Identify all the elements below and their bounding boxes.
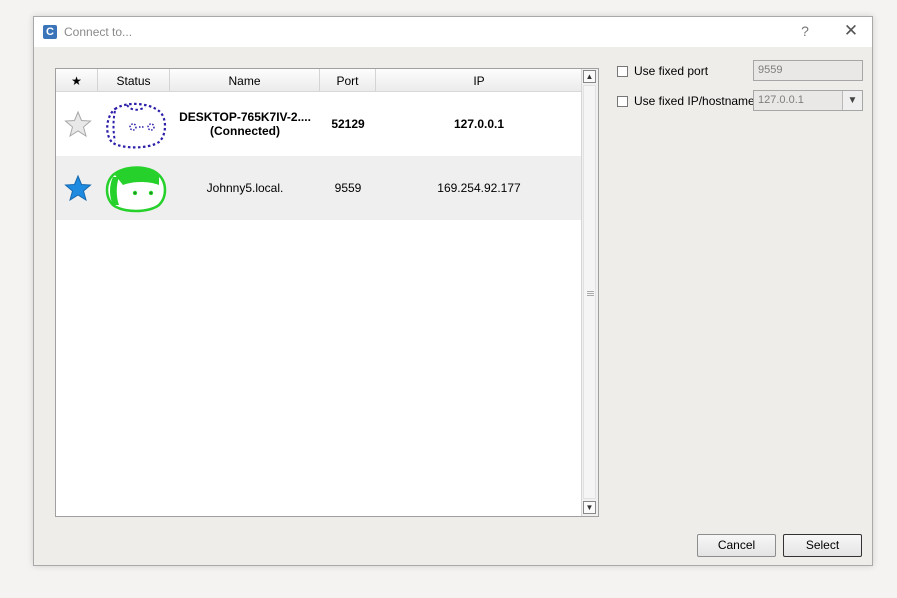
- list-header: ★ Status Name Port IP: [56, 69, 582, 92]
- fixed-ip-value: 127.0.0.1: [758, 94, 804, 106]
- fixed-ip-label: Use fixed IP/hostname: [634, 94, 755, 108]
- robot-name: DESKTOP-765K7IV-2....: [179, 110, 311, 124]
- fixed-port-option[interactable]: Use fixed port: [617, 64, 708, 78]
- port-cell: 9559: [334, 181, 362, 195]
- ip-cell: 127.0.0.1: [453, 117, 505, 131]
- scroll-thumb[interactable]: [583, 85, 596, 499]
- star-outline-icon: [64, 110, 92, 138]
- column-header-name[interactable]: Name: [170, 69, 320, 91]
- port-cell: 52129: [331, 117, 365, 131]
- connect-dialog: C Connect to... ? ✕ ★ Status Name Port I…: [33, 16, 873, 566]
- app-icon: C: [43, 25, 57, 39]
- table-row[interactable]: DESKTOP-765K7IV-2.... (Connected) 52129 …: [56, 92, 582, 156]
- fixed-port-input[interactable]: 9559: [753, 60, 863, 81]
- fixed-ip-combobox[interactable]: 127.0.0.1 ▼: [753, 90, 863, 111]
- column-header-ip[interactable]: IP: [376, 69, 582, 91]
- title-bar: C Connect to... ? ✕: [34, 17, 872, 47]
- window-title: Connect to...: [64, 25, 133, 39]
- scroll-down-arrow-icon[interactable]: ▼: [583, 501, 596, 514]
- robot-online-green-icon: [105, 166, 167, 213]
- scroll-grip: [587, 293, 594, 294]
- table-row[interactable]: Johnny5.local. 9559 169.254.92.177: [56, 156, 582, 220]
- vertical-scrollbar[interactable]: ▲ ▼: [581, 69, 598, 516]
- favorite-toggle[interactable]: [56, 156, 100, 220]
- name-cell: DESKTOP-765K7IV-2.... (Connected): [170, 92, 320, 156]
- star-filled-icon: [64, 174, 92, 202]
- column-header-status[interactable]: Status: [98, 69, 170, 91]
- status-cell: [100, 156, 170, 220]
- scroll-up-arrow-icon[interactable]: ▲: [583, 70, 596, 83]
- fixed-ip-checkbox[interactable]: [617, 95, 628, 107]
- chevron-down-icon[interactable]: ▼: [842, 91, 862, 110]
- robot-list[interactable]: ★ Status Name Port IP DESKTOP-765K7IV-2.…: [55, 68, 599, 517]
- status-cell: [100, 92, 170, 156]
- fixed-port-checkbox[interactable]: [617, 65, 628, 77]
- name-cell: Johnny5.local.: [170, 156, 320, 220]
- fixed-ip-option[interactable]: Use fixed IP/hostname: [617, 94, 755, 108]
- select-button[interactable]: Select: [783, 534, 862, 557]
- help-button[interactable]: ?: [798, 23, 812, 39]
- robot-name: Johnny5.local.: [206, 181, 284, 195]
- robot-connection-state: (Connected): [210, 124, 280, 138]
- column-header-port[interactable]: Port: [320, 69, 376, 91]
- fixed-port-label: Use fixed port: [634, 64, 709, 78]
- column-header-favorite[interactable]: ★: [56, 69, 98, 91]
- scroll-grip: [587, 291, 594, 292]
- cancel-button[interactable]: Cancel: [697, 534, 776, 557]
- favorite-toggle[interactable]: [56, 92, 100, 156]
- robot-disconnected-outline-icon: [106, 102, 167, 149]
- ip-cell: 169.254.92.177: [437, 181, 521, 195]
- scroll-grip: [587, 295, 594, 296]
- close-button[interactable]: ✕: [842, 21, 860, 41]
